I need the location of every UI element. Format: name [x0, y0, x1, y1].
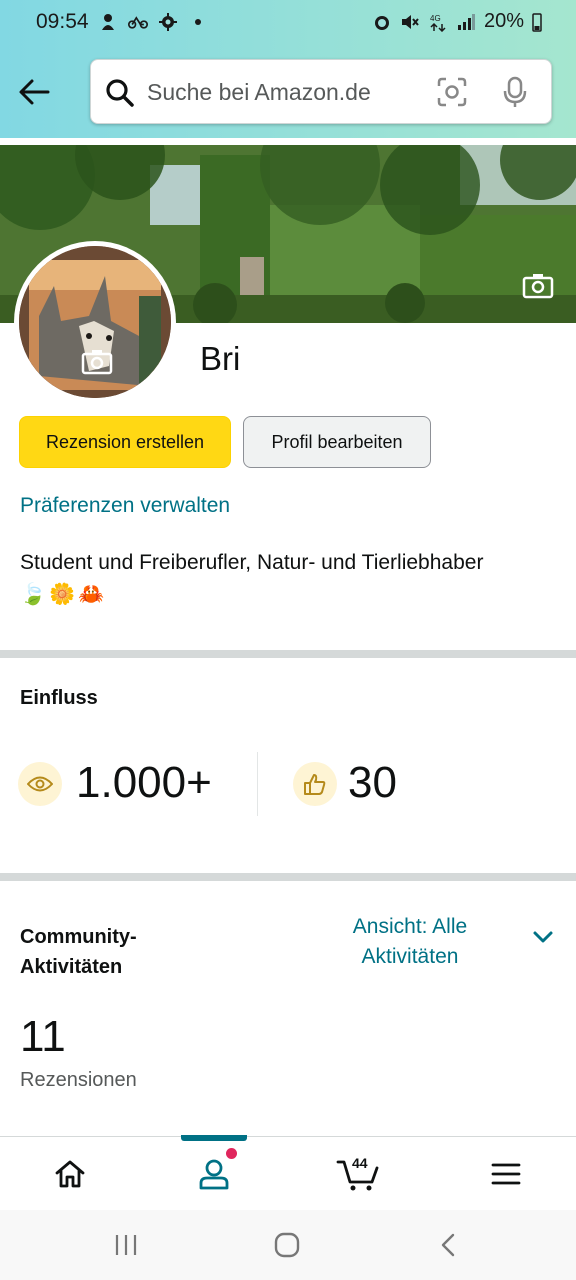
view-selector-line2: Aktivitäten: [361, 945, 459, 968]
data-icon: 4G: [430, 14, 446, 32]
community-title-line1: Community-: [20, 926, 137, 948]
cart-count: 44: [352, 1155, 368, 1171]
recent-apps-button[interactable]: [106, 1228, 146, 1262]
home-square-icon: [274, 1232, 300, 1258]
svg-text:4G: 4G: [430, 14, 441, 23]
hamburger-menu-icon: [491, 1163, 521, 1185]
helpful-icon-badge: [293, 762, 337, 806]
notification-icon: [102, 14, 114, 30]
nav-menu[interactable]: [456, 1137, 556, 1211]
home-icon: [55, 1160, 85, 1188]
notification-dot: [226, 1148, 237, 1159]
thumbs-up-icon: [304, 774, 326, 795]
nav-cart[interactable]: [308, 1137, 408, 1211]
section-divider: [0, 650, 576, 658]
bike-icon: [128, 16, 148, 29]
reviews-label: Rezensionen: [20, 1069, 137, 1091]
back-chevron-icon: [441, 1233, 455, 1257]
nav-home[interactable]: [20, 1137, 120, 1211]
profile-icon: [199, 1159, 229, 1190]
profile-avatar[interactable]: [14, 241, 176, 403]
community-title-line2: Aktivitäten: [20, 956, 123, 978]
mute-icon: [401, 14, 419, 29]
status-bar: 09:54 4G 20%: [0, 0, 576, 46]
helpful-votes-count: 30: [348, 758, 397, 807]
profile-name: Bri: [200, 340, 241, 377]
status-time: 09:54: [36, 10, 89, 33]
back-button[interactable]: [14, 72, 54, 112]
views-count: 1.000+: [76, 758, 212, 807]
status-right-icons: 4G 20%: [372, 10, 542, 33]
avatar-camera-icon[interactable]: [81, 349, 113, 375]
app-header: 09:54 4G 20%: [0, 0, 576, 138]
alarm-icon: [374, 15, 389, 30]
views-icon-badge: [18, 762, 62, 806]
bio-emoji-leaf: 🍃: [20, 583, 47, 606]
status-left-icons: [98, 12, 208, 32]
home-system-button[interactable]: [267, 1228, 307, 1262]
reviews-count: 11: [20, 1012, 66, 1061]
create-review-button[interactable]: Rezension erstellen: [19, 416, 231, 468]
search-bar[interactable]: [90, 59, 552, 124]
section-divider: [0, 873, 576, 881]
system-navigation-bar: [0, 1210, 576, 1280]
chevron-down-icon[interactable]: [532, 930, 554, 944]
signal-icon: [457, 13, 475, 30]
eye-icon: [27, 776, 53, 792]
back-system-button[interactable]: [428, 1228, 468, 1262]
activity-view-selector[interactable]: Ansicht: Alle Aktivitäten: [330, 912, 490, 972]
influence-title: Einfluss: [20, 687, 98, 709]
edit-profile-button[interactable]: Profil bearbeiten: [243, 416, 431, 468]
bio-emoji-crab: 🦀: [78, 583, 105, 606]
bio-emoji-row: 🍃 🌼 🦀: [20, 580, 560, 610]
cover-camera-icon[interactable]: [522, 273, 554, 299]
back-arrow-icon: [19, 79, 50, 105]
community-title: Community- Aktivitäten: [20, 922, 137, 982]
bio-emoji-flower: 🌼: [49, 583, 76, 606]
bottom-navigation: 44: [0, 1135, 576, 1211]
view-selector-line1: Ansicht: Alle: [352, 915, 468, 938]
settings-icon: [159, 13, 177, 31]
microphone-icon[interactable]: [503, 76, 527, 108]
profile-bio: Student und Freiberufler, Natur- und Tie…: [20, 548, 560, 610]
bio-text: Student und Freiberufler, Natur- und Tie…: [20, 551, 484, 574]
battery-percentage: 20%: [483, 10, 524, 32]
nav-profile[interactable]: [164, 1137, 264, 1211]
battery-icon: [532, 12, 542, 32]
recent-apps-icon: [115, 1235, 137, 1255]
avatar-dog-painting: [19, 246, 171, 398]
search-icon: [106, 79, 134, 107]
camera-scan-icon[interactable]: [437, 77, 467, 107]
manage-preferences-link[interactable]: Präferenzen verwalten: [20, 494, 230, 518]
search-input[interactable]: [147, 73, 417, 111]
stat-separator: [257, 752, 258, 816]
dot-icon: [195, 19, 201, 25]
avatar-photo: [19, 246, 171, 398]
